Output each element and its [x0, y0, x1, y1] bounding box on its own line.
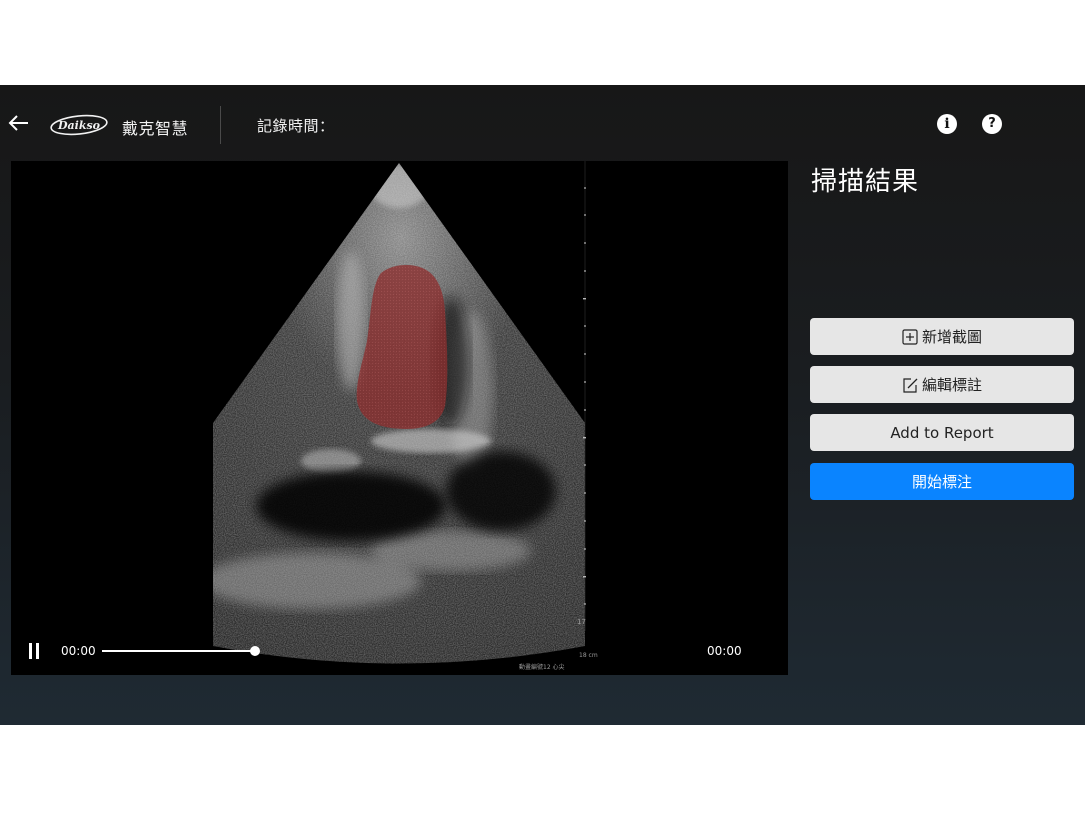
back-arrow-icon[interactable] [6, 110, 32, 136]
depth-marker: 17 [577, 618, 586, 626]
start-annotation-button[interactable]: 開始標注 [810, 463, 1074, 500]
brand-logo: Daikso [50, 114, 108, 136]
record-time-label: 記錄時間： [257, 117, 335, 135]
panel-title: 掃描結果 [811, 167, 920, 197]
navigation-bar: Daikso 戴克智慧 記錄時間： i ? [0, 93, 1085, 153]
app-window: Daikso 戴克智慧 記錄時間： i ? 17 18 cm 動畫編號12 心尖… [0, 85, 1085, 725]
add-to-report-label: Add to Report [890, 423, 994, 442]
nav-divider [220, 106, 221, 144]
add-screenshot-label: 新增截圖 [921, 328, 982, 346]
brand-name: 戴克智慧 [122, 119, 189, 138]
ultrasound-image [213, 161, 586, 664]
edit-square-icon [903, 377, 918, 393]
scan-result-panel: 掃描結果 新增截圖 編輯標註 Add to Report 開始標注 [810, 161, 1074, 701]
edit-annotation-button[interactable]: 編輯標註 [810, 366, 1074, 403]
progress-slider-knob[interactable] [250, 646, 260, 656]
duration-time: 00:00 [707, 644, 742, 658]
ultrasound-player[interactable]: 17 18 cm 動畫編號12 心尖 00:00 00:00 [11, 161, 788, 675]
pause-icon[interactable] [27, 643, 41, 659]
current-time: 00:00 [61, 644, 96, 658]
edit-annotation-label: 編輯標註 [921, 376, 982, 394]
progress-slider[interactable] [102, 646, 260, 656]
status-bar [0, 85, 1085, 93]
add-screenshot-button[interactable]: 新增截圖 [810, 318, 1074, 355]
start-annotation-label: 開始標注 [911, 473, 972, 491]
help-icon[interactable]: ? [982, 114, 1002, 134]
playback-controls: 00:00 00:00 [11, 633, 788, 669]
info-icon[interactable]: i [937, 114, 957, 134]
plus-square-icon [902, 328, 918, 345]
brand-logo-text: Daikso [57, 119, 100, 132]
add-to-report-button[interactable]: Add to Report [810, 414, 1074, 451]
